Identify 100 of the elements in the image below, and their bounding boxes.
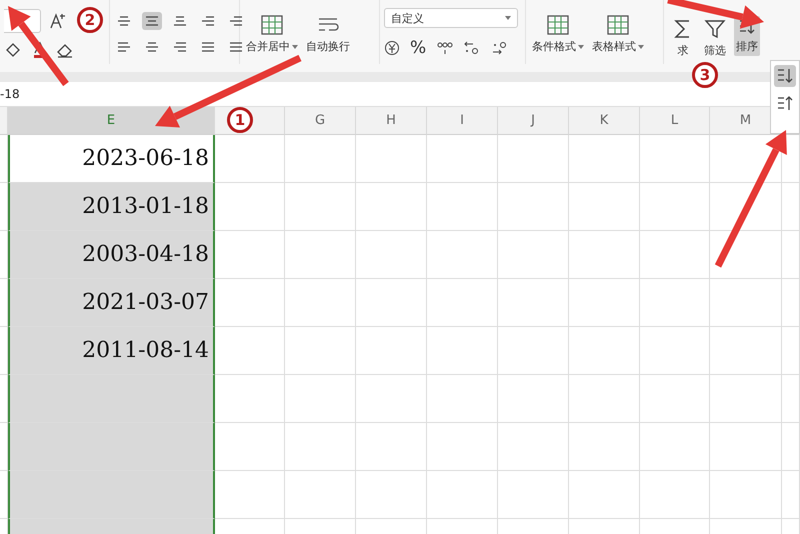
table-cell [498, 423, 569, 471]
align-icon [116, 14, 132, 28]
column-header[interactable]: E [8, 107, 215, 135]
table-cell [498, 279, 569, 327]
table-cell [285, 279, 356, 327]
table-cell [285, 423, 356, 471]
table-cell [215, 183, 285, 231]
table-cell [215, 135, 285, 183]
table-cell [640, 327, 710, 375]
table-cell [356, 375, 427, 423]
table-icon [606, 14, 630, 36]
table-cell [498, 471, 569, 519]
table-cell [569, 135, 640, 183]
align-icon [200, 40, 216, 54]
table-cell [215, 327, 285, 375]
table-cell [427, 183, 498, 231]
table-cell: 2021-03-07 [8, 279, 215, 327]
funnel-icon [704, 18, 726, 40]
table-cell [285, 183, 356, 231]
table-cell [427, 423, 498, 471]
table-cell [710, 231, 782, 279]
table-cell [782, 327, 800, 375]
table-cell [782, 183, 800, 231]
table-cell [427, 135, 498, 183]
table-cell [215, 231, 285, 279]
table-cell [356, 471, 427, 519]
table-cell [710, 327, 782, 375]
table-cell [640, 279, 710, 327]
sort-descending-icon [776, 95, 794, 113]
table-cell [215, 423, 285, 471]
table-cell [640, 183, 710, 231]
table-cell [356, 423, 427, 471]
table-cell [569, 183, 640, 231]
table-cell [710, 375, 782, 423]
formula-value: -18 [0, 87, 20, 101]
eraser-icon[interactable] [56, 42, 74, 58]
caret-icon [292, 44, 298, 48]
table-cell [356, 279, 427, 327]
thousands-icon[interactable] [436, 41, 454, 55]
sort-ascending-icon [776, 67, 794, 85]
table-style-button[interactable]: 表格样式 [590, 12, 646, 56]
table-cell [640, 135, 710, 183]
caret-icon [505, 16, 511, 20]
caret-icon [578, 44, 584, 48]
table-cell [356, 135, 427, 183]
table-cell [285, 471, 356, 519]
table-cell: 2011-08-14 [8, 327, 215, 375]
increase-font-icon[interactable] [49, 12, 67, 30]
filter-button[interactable]: 筛选 [702, 16, 728, 60]
align-icon [172, 40, 188, 54]
table-cell [427, 327, 498, 375]
column-header[interactable]: K [569, 107, 640, 135]
wrap-text-button[interactable]: 自动换行 [304, 12, 352, 56]
align-icon [228, 40, 244, 54]
table-cell [782, 375, 800, 423]
column-header[interactable]: H [356, 107, 427, 135]
table-cell [710, 471, 782, 519]
column-header[interactable]: I [427, 107, 498, 135]
table-cell [640, 231, 710, 279]
table-cell [782, 279, 800, 327]
table-cell [710, 423, 782, 471]
table-cell [569, 375, 640, 423]
table-cell [569, 231, 640, 279]
table-cell [640, 375, 710, 423]
sum-button[interactable]: 求 [670, 16, 696, 60]
align-icon [172, 14, 188, 28]
table-cell [356, 231, 427, 279]
table-cell [782, 231, 800, 279]
table-cell [569, 471, 640, 519]
table-cell [782, 423, 800, 471]
currency-icon[interactable] [384, 40, 400, 56]
table-cell [640, 471, 710, 519]
sort-menu-item[interactable] [774, 65, 796, 87]
conditional-format-button[interactable]: 条件格式 [530, 12, 586, 56]
table-cell [498, 231, 569, 279]
table-cell [427, 375, 498, 423]
table-cell [569, 327, 640, 375]
table-cell [285, 375, 356, 423]
column-header[interactable]: L [640, 107, 710, 135]
merge-center-button[interactable]: 合并居中 [244, 12, 300, 56]
table-cell [285, 135, 356, 183]
table-cell [782, 471, 800, 519]
table-cell [356, 327, 427, 375]
table-cell [569, 423, 640, 471]
percent-button[interactable]: % [408, 36, 428, 60]
table-cell [498, 327, 569, 375]
table-cell [215, 375, 285, 423]
table-cell: 2023-06-18 [8, 135, 215, 183]
align-icon [144, 14, 160, 28]
column-header[interactable]: G [285, 107, 356, 135]
table-cell [498, 135, 569, 183]
table-cell [427, 279, 498, 327]
column-header[interactable]: J [498, 107, 569, 135]
table-cell: 2003-04-18 [8, 231, 215, 279]
table-cell [498, 183, 569, 231]
table-cell: 2013-01-18 [8, 183, 215, 231]
number-format-dropdown[interactable]: 自定义 [384, 8, 518, 28]
align-icon [228, 14, 244, 28]
align-button[interactable] [142, 12, 162, 30]
merge-cells-icon [260, 14, 284, 36]
